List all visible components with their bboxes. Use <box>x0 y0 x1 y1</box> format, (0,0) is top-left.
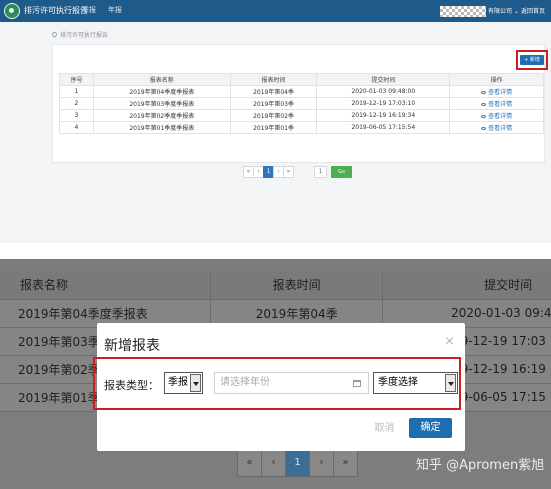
col-header-submitted: 提交时间 <box>382 271 551 300</box>
report-list-screen: 排污许可执行报告 季报 年报 有限公司 ⌄ 返回首页 排污许可执行报告 + 新增… <box>0 0 551 243</box>
cell-submitted: 2019-12-19 16:19:34 <box>316 109 451 122</box>
cell-no: 4 <box>59 121 94 134</box>
cell-name: 2019年第02季度季报表 <box>92 109 231 122</box>
table-header-row: 报表名称 报表时间 提交时间 <box>0 271 551 300</box>
cell-period: 2019年第02季 <box>229 109 318 122</box>
cell-no: 3 <box>59 109 94 122</box>
report-table: 序号 报表名称 报表时间 提交时间 操作 1 2019年第04季度季报表 201… <box>59 73 544 134</box>
cell-no: 2 <box>59 97 94 110</box>
pagination: « ‹ 1 › » <box>243 166 294 178</box>
view-details-label: 查看详情 <box>488 89 513 96</box>
chevron-down-icon <box>190 374 201 392</box>
page-last-button[interactable]: » <box>283 166 294 178</box>
dialog-title: 新增报表 <box>104 338 160 354</box>
nav-annual[interactable]: 年报 <box>108 5 122 15</box>
calendar-icon[interactable] <box>353 380 361 387</box>
year-input[interactable]: 请选择年份 <box>214 372 369 394</box>
table-row: 1 2019年第04季度季报表 2019年第04季 2020-01-03 09:… <box>59 85 544 98</box>
view-details-link[interactable]: 查看详情 <box>481 113 512 120</box>
eye-icon <box>481 103 487 106</box>
col-header-name: 报表名称 <box>92 73 231 86</box>
go-button[interactable]: Go <box>331 166 352 178</box>
col-header-name: 报表名称 <box>0 271 212 300</box>
page-last-button: » <box>333 449 358 477</box>
view-details-label: 查看详情 <box>488 113 513 120</box>
cell-period: 2019年第04季 <box>229 85 318 98</box>
page-current-button: 1 <box>285 449 310 477</box>
add-report-dialog: 新增报表 × 报表类型： 季报 请选择年份 季度选择 取消 确定 <box>93 323 465 451</box>
add-button-highlight: + 新增 <box>516 50 548 70</box>
view-details-link[interactable]: 查看详情 <box>481 101 512 108</box>
eye-icon <box>481 115 487 118</box>
cell-action: 查看详情 <box>449 85 544 98</box>
col-header-period: 报表时间 <box>229 73 318 86</box>
cell-period: 2019年第03季 <box>229 97 318 110</box>
col-header-period: 报表时间 <box>210 271 384 300</box>
nav-quarterly[interactable]: 季报 <box>82 5 96 15</box>
view-details-link[interactable]: 查看详情 <box>481 89 512 96</box>
report-type-value: 季报 <box>168 377 188 388</box>
logo-icon <box>4 3 20 19</box>
breadcrumb-label: 排污许可执行报告 <box>60 32 109 39</box>
cell-name: 2019年第01季度季报表 <box>92 121 231 134</box>
view-details-label: 查看详情 <box>488 125 513 132</box>
cell-name: 2019年第04季度季报表 <box>92 85 231 98</box>
report-type-select[interactable]: 季报 <box>164 372 203 394</box>
view-details-link[interactable]: 查看详情 <box>481 125 512 132</box>
top-nav-bar: 排污许可执行报告 季报 年报 有限公司 ⌄ 返回首页 <box>0 0 551 22</box>
screenshot-divider <box>0 243 551 259</box>
location-icon <box>50 30 59 39</box>
redacted-company-name <box>440 6 486 17</box>
cell-action: 查看详情 <box>449 109 544 122</box>
cell-submitted: 2019-06-05 17:15:54 <box>316 121 451 134</box>
breadcrumb: 排污许可执行报告 <box>50 30 109 39</box>
season-value: 季度选择 <box>378 377 418 388</box>
cell-submitted: 2019-12-19 17:03:10 <box>316 97 451 110</box>
back-home-link[interactable]: 返回首页 <box>521 6 545 15</box>
eye-icon <box>481 127 487 130</box>
col-header-action: 操作 <box>449 73 544 86</box>
table-row: 2 2019年第03季度季报表 2019年第03季 2019-12-19 17:… <box>59 97 544 110</box>
page-next-button: › <box>309 449 334 477</box>
cell-action: 查看详情 <box>449 97 544 110</box>
company-menu[interactable]: 有限公司 ⌄ <box>488 6 519 15</box>
close-icon[interactable]: × <box>444 335 455 349</box>
cancel-button[interactable]: 取消 <box>367 420 402 438</box>
report-type-label: 报表类型： <box>104 379 159 392</box>
col-header-submitted: 提交时间 <box>316 73 451 86</box>
col-header-no: 序号 <box>59 73 94 86</box>
chevron-down-icon <box>445 374 456 392</box>
cell-submitted: 2020-01-03 09:48:00 <box>316 85 451 98</box>
season-select[interactable]: 季度选择 <box>373 372 458 394</box>
view-details-label: 查看详情 <box>488 101 513 108</box>
watermark: 知乎 @Apromen紫旭 <box>416 458 545 473</box>
cell-no: 1 <box>59 85 94 98</box>
page-prev-button: ‹ <box>261 449 286 477</box>
page-first-button: « <box>237 449 262 477</box>
cell-period: 2019年第01季 <box>229 121 318 134</box>
page-jump-input[interactable]: 1 <box>314 166 327 178</box>
cell-name: 2019年第03季度季报表 <box>92 97 231 110</box>
table-row: 4 2019年第01季度季报表 2019年第01季 2019-06-05 17:… <box>59 121 544 134</box>
table-row: 3 2019年第02季度季报表 2019年第02季 2019-12-19 16:… <box>59 109 544 122</box>
add-report-button[interactable]: + 新增 <box>520 55 544 65</box>
eye-icon <box>481 91 487 94</box>
confirm-button[interactable]: 确定 <box>409 418 452 438</box>
app-title: 排污许可执行报告 <box>24 6 88 15</box>
background-pagination: « ‹ 1 › » <box>237 449 358 477</box>
cell-action: 查看详情 <box>449 121 544 134</box>
table-header-row: 序号 报表名称 报表时间 提交时间 操作 <box>59 73 544 86</box>
